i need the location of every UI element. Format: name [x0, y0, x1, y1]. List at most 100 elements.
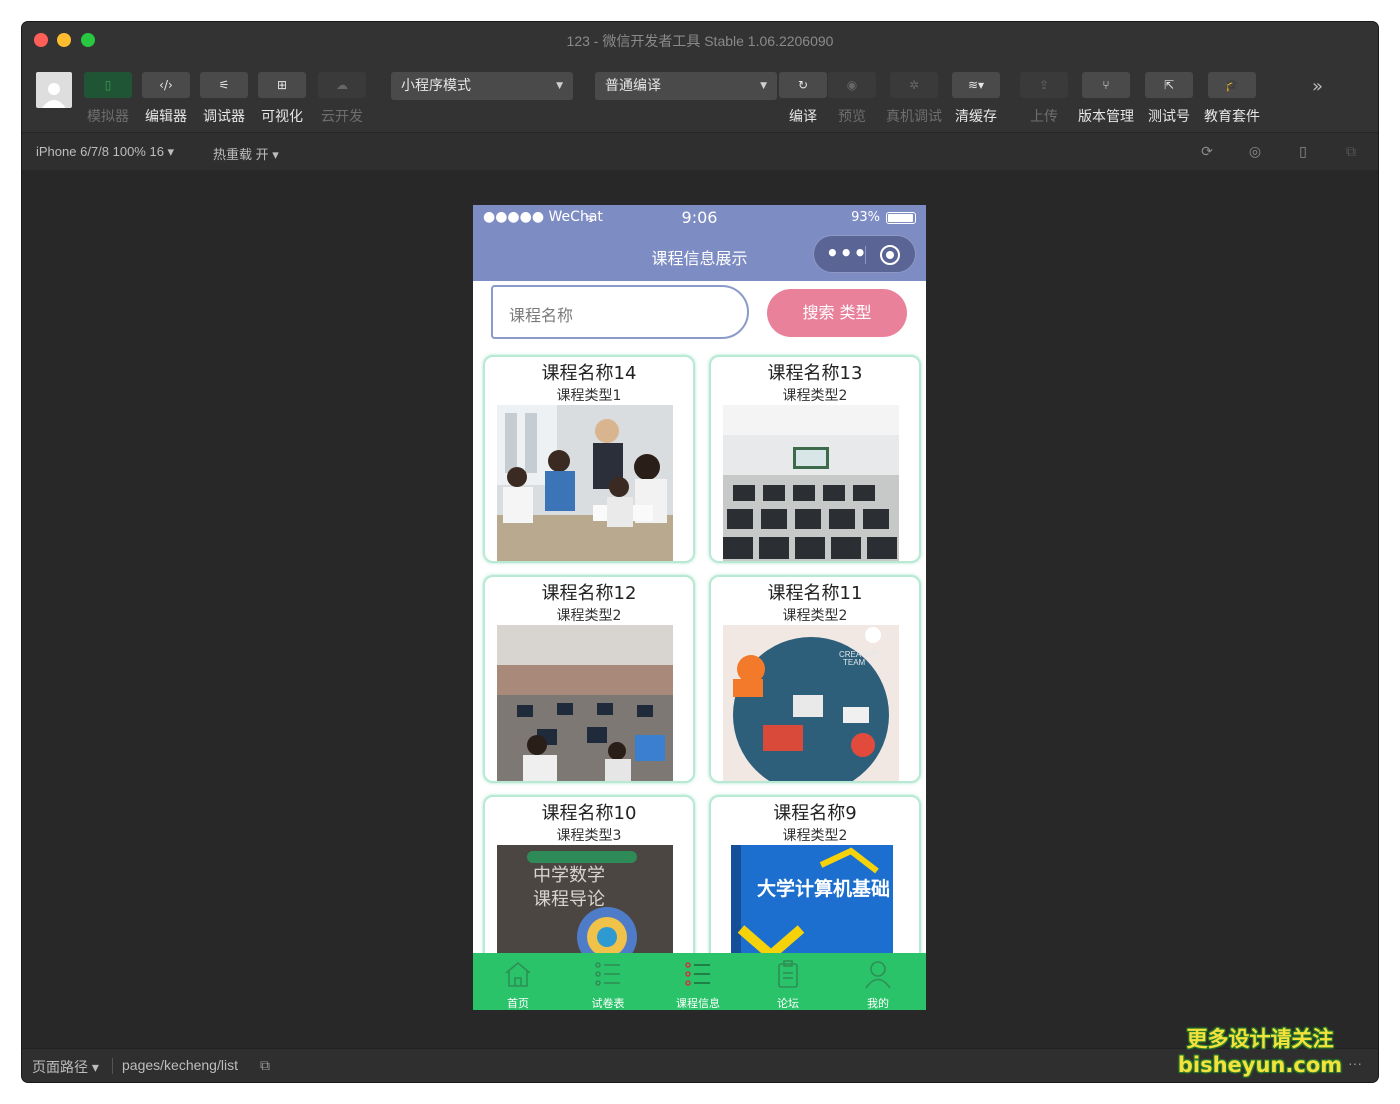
- rotate-icon[interactable]: ⟳: [1198, 143, 1216, 161]
- bug-icon: ✲: [908, 78, 920, 92]
- toolbar: ▯ 模拟器 ‹/› 编辑器 ⚟ 调试器 ⊞ 可视化 ☁ 云开发 小程序模式 ▼ …: [22, 58, 1378, 132]
- cloud-button[interactable]: ☁: [318, 72, 366, 98]
- simulator-label: 模拟器: [87, 109, 129, 125]
- course-title: 课程名称10: [541, 803, 637, 824]
- tab-label: 我的: [867, 997, 889, 1010]
- visual-toggle-button[interactable]: ⊞: [258, 72, 306, 98]
- course-type: 课程类型3: [556, 828, 622, 844]
- phone-icon: ▯: [104, 78, 112, 92]
- upload-button[interactable]: ⇪: [1020, 72, 1068, 98]
- remote-debug-label: 真机调试: [886, 109, 942, 125]
- search-input[interactable]: 课程名称: [491, 285, 749, 339]
- cloud-icon: ☁: [336, 78, 348, 92]
- course-title: 课程名称13: [767, 363, 863, 384]
- avatar[interactable]: [36, 72, 72, 108]
- tab-course-info[interactable]: 课程信息: [653, 953, 743, 1010]
- branch-icon: ⑂: [1102, 78, 1110, 92]
- course-image-computer-lab: [723, 405, 899, 561]
- clear-cache-button[interactable]: ≋▾: [952, 72, 1000, 98]
- compile-button[interactable]: ↻: [779, 72, 827, 98]
- test-account-label: 测试号: [1148, 109, 1190, 125]
- course-title: 课程名称14: [541, 363, 637, 384]
- watermark-line2: bisheyun.com: [1177, 1053, 1343, 1077]
- watermark-line1: 更多设计请关注: [1186, 1027, 1334, 1051]
- more-dots-icon[interactable]: •••: [826, 241, 867, 265]
- caret-down-icon: ▼: [760, 81, 767, 91]
- caret-down-icon: ▼: [556, 81, 563, 91]
- tab-exam-list[interactable]: 试卷表: [563, 953, 653, 1010]
- compile-mode-select[interactable]: 普通编译 ▼: [595, 72, 777, 100]
- close-miniprogram-icon[interactable]: [880, 245, 900, 265]
- debugger-toggle-button[interactable]: ⚟: [200, 72, 248, 98]
- course-image-lab-students: [497, 625, 673, 781]
- copy-icon[interactable]: ⧉: [260, 1057, 270, 1074]
- device-icon[interactable]: ▯: [1294, 143, 1312, 161]
- tab-forum[interactable]: 论坛: [743, 953, 833, 1010]
- stop-icon[interactable]: ◎: [1246, 143, 1264, 161]
- compile-select-value: 普通编译: [605, 78, 661, 94]
- course-card[interactable]: 课程名称14 课程类型1: [483, 355, 695, 563]
- watermark: 更多设计请关注 bisheyun.com: [1170, 1026, 1350, 1078]
- more-icon[interactable]: ···: [1348, 1055, 1362, 1071]
- list-icon: [595, 962, 620, 986]
- edu-kit-label: 教育套件: [1204, 109, 1260, 125]
- edu-kit-button[interactable]: 🎓: [1208, 72, 1256, 98]
- course-type: 课程类型2: [556, 608, 622, 624]
- course-title: 课程名称11: [767, 583, 863, 604]
- device-select-value: iPhone 6/7/8 100% 16: [36, 144, 164, 159]
- course-type: 课程类型1: [556, 388, 622, 404]
- tab-home[interactable]: 首页: [473, 953, 563, 1010]
- refresh-icon: ↻: [797, 78, 809, 92]
- clipboard-icon: [778, 960, 798, 988]
- course-card[interactable]: 课程名称12 课程类型2: [483, 575, 695, 783]
- tab-label: 试卷表: [591, 997, 625, 1010]
- version-label: 版本管理: [1078, 109, 1134, 125]
- tab-bar: 首页 试卷表 课程信息 论坛 我的: [473, 953, 926, 1010]
- preview-button[interactable]: ◉: [828, 72, 876, 98]
- course-title: 课程名称12: [541, 583, 637, 604]
- window-title: 123 - 微信开发者工具 Stable 1.06.2206090: [566, 33, 834, 49]
- book-math-line1: 中学数学: [533, 865, 605, 886]
- remote-debug-button[interactable]: ✲: [890, 72, 938, 98]
- chevron-double-right-icon[interactable]: »: [1312, 76, 1323, 97]
- visual-label: 可视化: [261, 109, 303, 125]
- editor-label: 编辑器: [145, 109, 187, 125]
- devtools-window: 123 - 微信开发者工具 Stable 1.06.2206090 ▯ 模拟器 …: [22, 22, 1378, 1082]
- user-avatar-icon: [42, 83, 66, 108]
- phone-simulator: ●●●●● WeChat ᯤ 9:06 93% 课程信息展示 ••• 课程名称 …: [473, 205, 926, 1010]
- list-active-icon: [685, 962, 710, 986]
- mode-select-value: 小程序模式: [401, 78, 471, 94]
- course-type: 课程类型2: [782, 608, 848, 624]
- search-placeholder: 课程名称: [509, 306, 574, 325]
- hot-reload-select[interactable]: 热重载 开 ▾: [213, 144, 279, 163]
- upload-icon: ⇪: [1038, 78, 1050, 92]
- test-account-button[interactable]: ⇱: [1145, 72, 1193, 98]
- tab-mine[interactable]: 我的: [833, 953, 923, 1010]
- mode-select[interactable]: 小程序模式 ▼: [391, 72, 573, 100]
- book-math-line2: 课程导论: [533, 889, 605, 910]
- course-type: 课程类型2: [782, 388, 848, 404]
- simulator-toggle-button[interactable]: ▯: [84, 72, 132, 98]
- creative-team-text-2: TEAM: [843, 658, 866, 667]
- layers-icon: ≋▾: [967, 78, 985, 92]
- cloud-label: 云开发: [321, 109, 363, 125]
- course-card[interactable]: 课程名称13 课程类型2: [709, 355, 921, 563]
- course-card[interactable]: 课程名称11 课程类型2 CREATIVE TEAM: [709, 575, 921, 783]
- window-icon[interactable]: ⧉: [1342, 143, 1360, 161]
- page-path-select[interactable]: 页面路径 ▾: [32, 1057, 99, 1077]
- version-button[interactable]: ⑂: [1082, 72, 1130, 98]
- battery-icon: [886, 212, 916, 224]
- editor-toggle-button[interactable]: ‹/›: [142, 72, 190, 98]
- course-image-creative-team: CREATIVE TEAM: [723, 625, 899, 781]
- page-path-value: pages/kecheng/list: [122, 1057, 238, 1073]
- home-icon: [505, 961, 531, 987]
- menu-capsule: •••: [813, 235, 916, 273]
- search-button[interactable]: 搜索 类型: [767, 289, 907, 337]
- device-select[interactable]: iPhone 6/7/8 100% 16 ▾: [36, 144, 174, 160]
- title-bar: 123 - 微信开发者工具 Stable 1.06.2206090: [22, 22, 1378, 58]
- sliders-icon: ⚟: [218, 78, 230, 92]
- hot-reload-value: 热重载 开: [213, 147, 269, 162]
- navigation-bar: 课程信息展示 •••: [473, 231, 926, 281]
- tab-label: 首页: [507, 997, 529, 1010]
- upload-label: 上传: [1030, 109, 1058, 125]
